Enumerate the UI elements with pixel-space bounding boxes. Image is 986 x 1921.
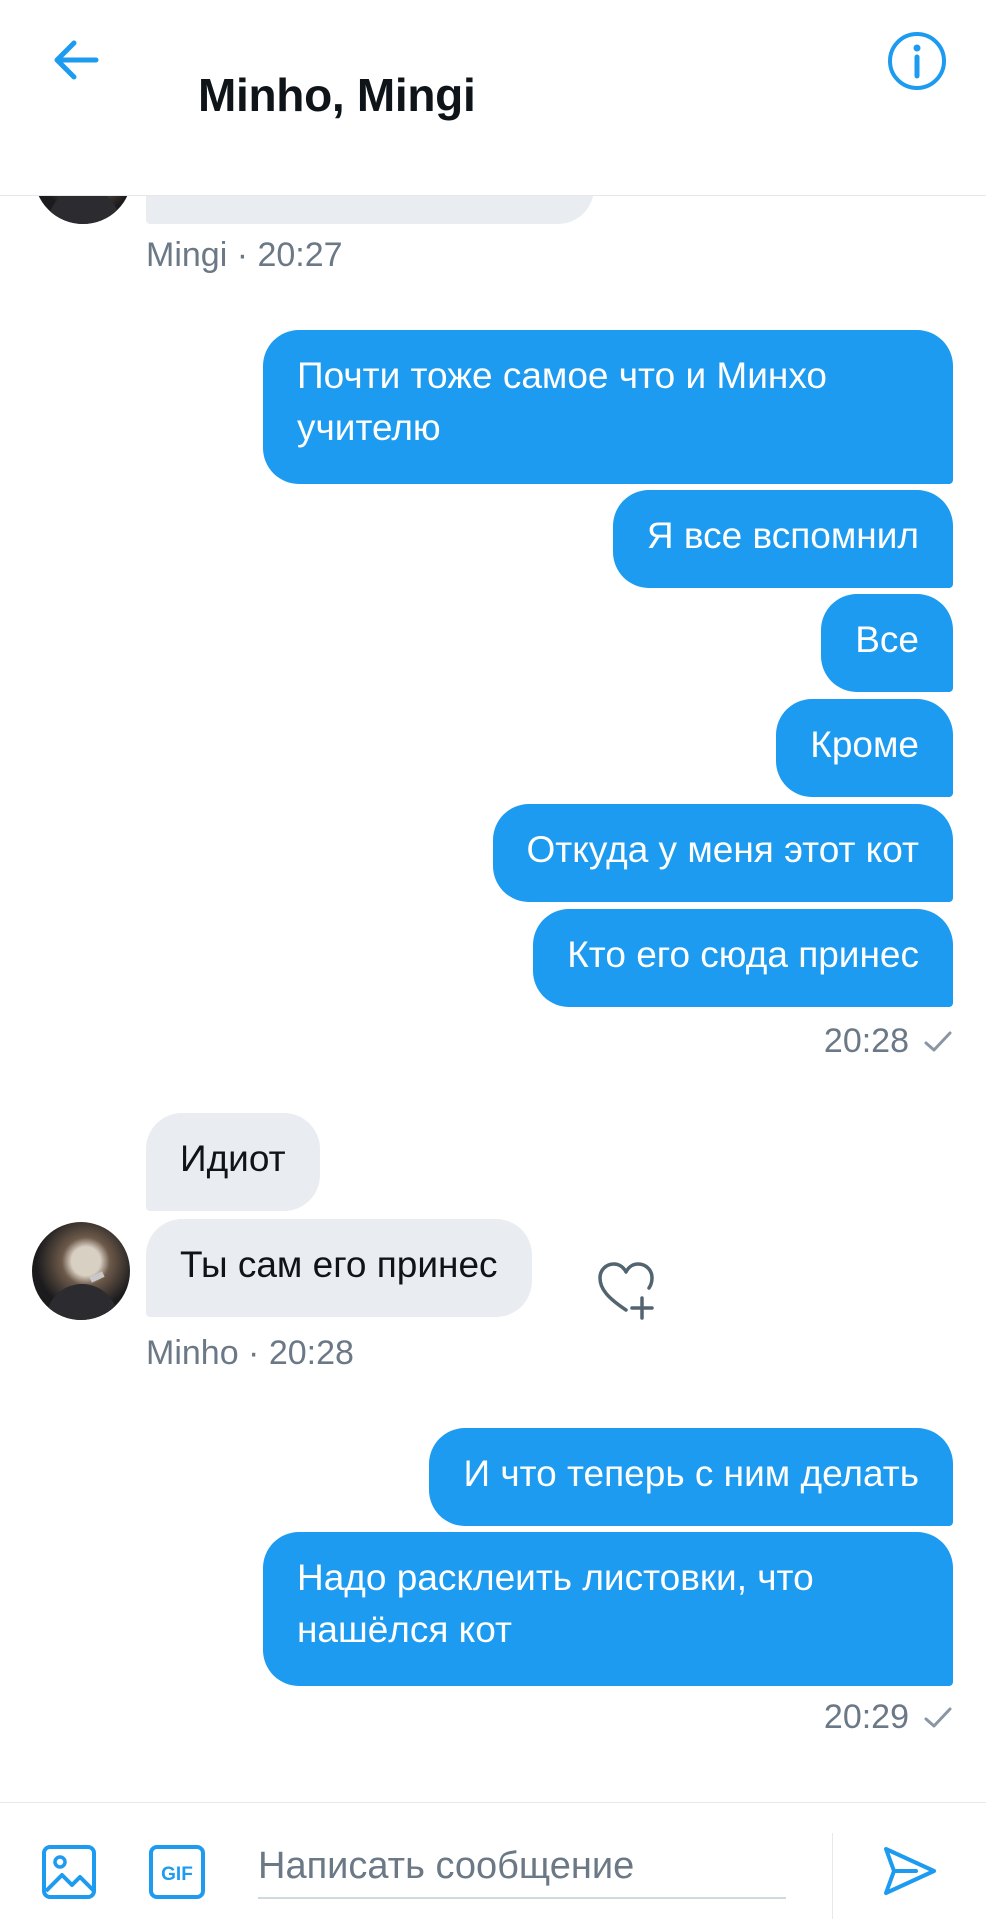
send-icon[interactable] <box>880 1841 940 1901</box>
info-icon[interactable] <box>886 30 948 92</box>
message-bubble-outgoing[interactable]: Надо расклеить листовки, что нашёлся кот <box>263 1532 953 1686</box>
composer-divider <box>832 1833 833 1919</box>
gif-label: GIF <box>161 1864 193 1885</box>
message-time-outgoing: 20:29 <box>824 1698 953 1737</box>
message-bubble-outgoing[interactable]: И что теперь с ним делать <box>429 1428 953 1526</box>
message-meta-mingi: Mingi · 20:27 <box>146 236 343 274</box>
message-time-outgoing: 20:28 <box>824 1022 953 1061</box>
message-bubble-outgoing[interactable]: Все <box>821 594 953 692</box>
avatar-minho[interactable] <box>32 1222 130 1320</box>
message-bubble-outgoing[interactable]: Кто его сюда принес <box>533 909 953 1007</box>
message-bubble-outgoing[interactable]: Откуда у меня этот кот <box>492 804 953 902</box>
conversation-title: Minho, Mingi <box>198 69 476 121</box>
message-input[interactable] <box>258 1835 786 1899</box>
message-bubble-outgoing[interactable]: Почти тоже самое что и Минхо учителю <box>263 330 953 484</box>
message-bubble-outgoing[interactable]: Кроме <box>776 699 953 797</box>
sent-check-icon <box>924 1707 952 1728</box>
message-time: 20:29 <box>823 1698 909 1736</box>
gif-icon[interactable]: GIF <box>148 1844 206 1900</box>
message-bubble-outgoing[interactable]: Я все вспомнил <box>612 490 953 588</box>
message-composer: GIF <box>0 1802 986 1921</box>
message-bubble-incoming[interactable]: Идиот <box>146 1113 320 1211</box>
arrow-left-icon[interactable] <box>50 33 104 87</box>
heart-add-reaction-icon[interactable] <box>594 1256 660 1322</box>
message-meta-minho: Minho · 20:28 <box>146 1334 354 1372</box>
message-time: 20:28 <box>823 1022 909 1060</box>
sent-check-icon <box>924 1031 952 1052</box>
conversation-header: Minho, Mingi <box>0 0 986 196</box>
image-icon[interactable] <box>40 1843 98 1901</box>
message-bubble-incoming[interactable]: Ты сам его принес <box>146 1219 532 1317</box>
conversation-list: Mingi · 20:27 Почти тоже самое что и Мин… <box>0 0 986 1920</box>
